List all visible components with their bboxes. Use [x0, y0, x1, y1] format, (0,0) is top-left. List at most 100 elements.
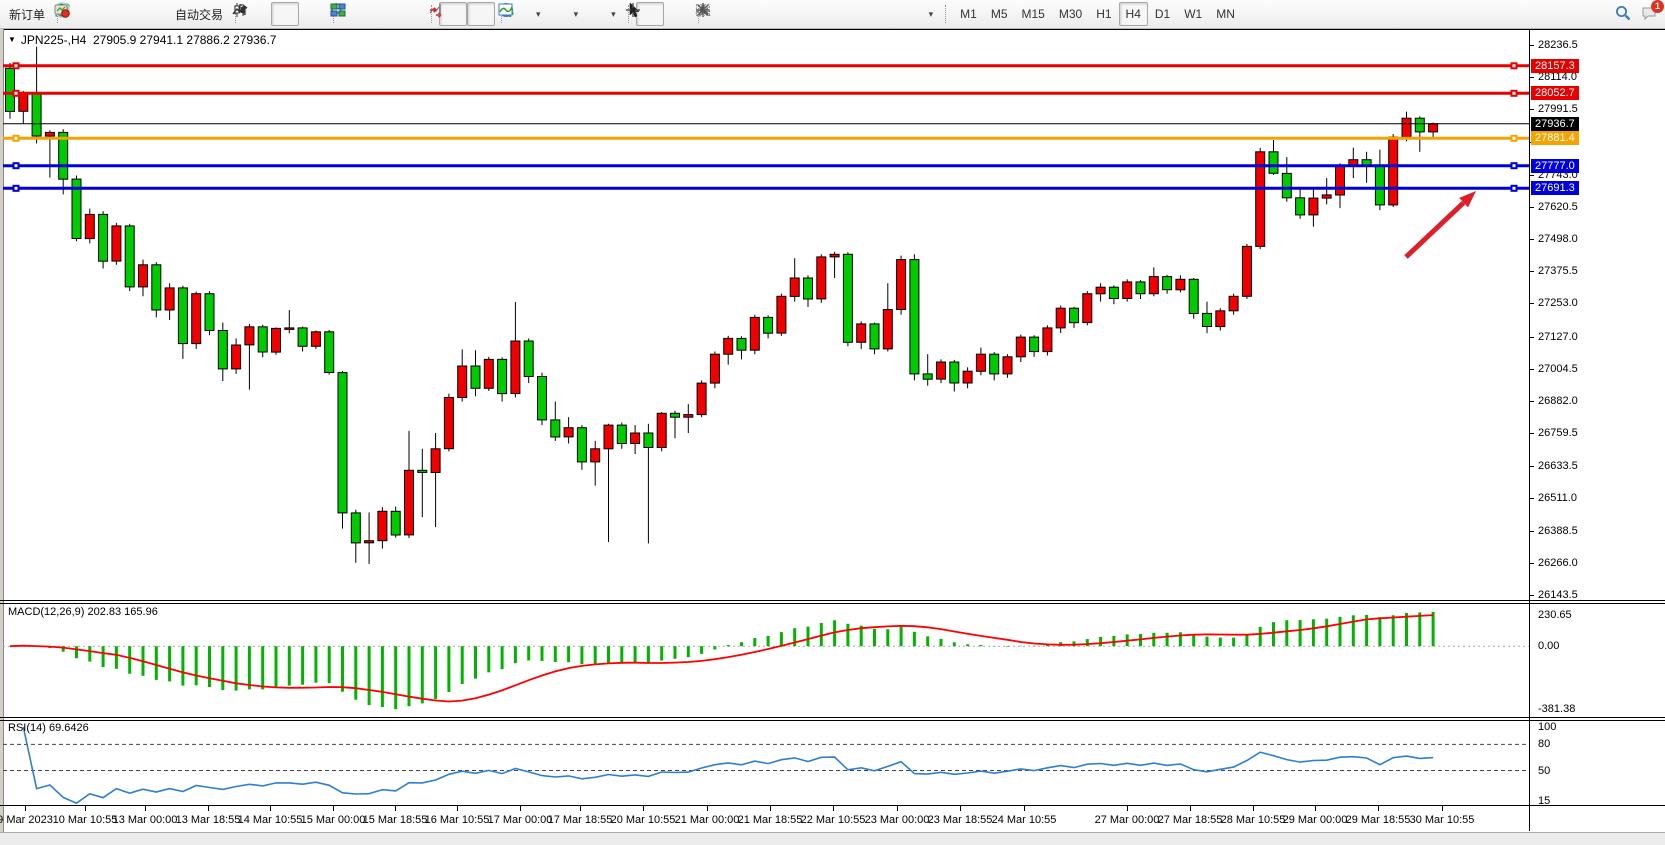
candlestick [817, 254, 826, 303]
candlestick [1070, 307, 1079, 328]
candlestick [657, 412, 666, 451]
candlestick [631, 425, 640, 454]
candlestick [1336, 163, 1345, 208]
pane-divider[interactable] [0, 720, 1665, 721]
candlestick [1083, 291, 1092, 325]
candlestick [431, 433, 440, 527]
candlestick [976, 348, 985, 376]
time-axis-label: 23 Mar 00:00 [865, 814, 930, 826]
rsi-axis-label: 15 [1538, 795, 1550, 807]
time-axis-tick [707, 806, 708, 811]
candlestick [1136, 280, 1145, 299]
candlestick [165, 283, 174, 320]
price-axis-label: 27375.5 [1538, 265, 1578, 277]
horizontal-line-27881.4[interactable] [3, 135, 1529, 142]
price-axis-tick [1529, 563, 1534, 564]
time-axis-tick [25, 806, 26, 811]
candlestick [1229, 294, 1238, 315]
candlestick [804, 275, 813, 307]
price-chart-canvas[interactable] [0, 0, 1665, 845]
time-axis-tick [395, 806, 396, 811]
price-axis-tick [1529, 466, 1534, 467]
time-axis-label: 21 Mar 18:55 [738, 814, 803, 826]
candlestick [950, 360, 959, 392]
candlestick [1322, 178, 1331, 204]
price-badge: 28052.7 [1531, 86, 1579, 100]
price-axis-tick [1529, 498, 1534, 499]
candlestick [338, 371, 347, 529]
horizontal-line-27777.0[interactable] [3, 162, 1529, 169]
candlestick [1282, 157, 1291, 202]
candlestick [923, 354, 932, 386]
time-axis-label: 9 Mar 2023 [0, 814, 53, 826]
horizontal-line-28052.7[interactable] [3, 90, 1529, 97]
candlestick [870, 323, 879, 355]
candlestick [192, 292, 201, 349]
time-axis-tick [897, 806, 898, 811]
time-axis-label: 13 Mar 00:00 [113, 814, 178, 826]
candlestick [1389, 134, 1398, 207]
candlestick [298, 327, 307, 352]
candlestick [378, 507, 387, 548]
candlestick [1256, 148, 1265, 249]
candlestick [910, 254, 919, 380]
candlestick [1296, 188, 1305, 219]
trend-arrow[interactable] [1406, 191, 1476, 257]
horizontal-line-28157.3[interactable] [3, 62, 1529, 69]
price-badge: 27777.0 [1531, 159, 1579, 173]
time-axis-label: 29 Mar 00:00 [1283, 814, 1348, 826]
price-badge: 27936.7 [1531, 117, 1579, 131]
candlestick [1242, 244, 1251, 299]
candlestick [1163, 275, 1172, 294]
candlestick [710, 352, 719, 389]
time-axis-label: 15 Mar 00:00 [301, 814, 366, 826]
candlestick [99, 211, 108, 268]
candlestick [1269, 140, 1278, 175]
time-axis-label: 27 Mar 18:55 [1158, 814, 1223, 826]
time-axis-tick [1315, 806, 1316, 811]
candlestick [458, 349, 467, 401]
candlestick [391, 507, 400, 538]
candlestick [843, 252, 852, 346]
pane-divider[interactable] [0, 717, 1665, 718]
candlestick [19, 91, 28, 124]
rsi-axis-label: 100 [1538, 721, 1556, 733]
candlestick [365, 512, 374, 564]
candlestick [1362, 152, 1371, 183]
time-axis-label: 10 Mar 10:55 [53, 814, 118, 826]
mt4-terminal: 新订单自动交易▾▾▾EFAT▾M1M5M15M30H1H4D1W1MN1 ▼JP… [0, 0, 1665, 845]
candlestick [990, 352, 999, 380]
price-axis-tick [1529, 109, 1534, 110]
price-badge: 27691.3 [1531, 181, 1579, 195]
candlestick [737, 336, 746, 359]
pane-divider[interactable] [0, 603, 1665, 604]
time-axis-tick [85, 806, 86, 811]
time-axis-tick [580, 806, 581, 811]
candlestick [790, 258, 799, 301]
candlestick [511, 302, 520, 397]
candlestick [85, 209, 94, 244]
candlestick [285, 310, 294, 333]
rsi-line [23, 727, 1433, 803]
price-axis-label: 27127.0 [1538, 331, 1578, 343]
candlestick [644, 424, 653, 544]
pane-divider[interactable] [0, 600, 1665, 601]
time-axis-label: 24 Mar 10:55 [992, 814, 1057, 826]
candlestick [1030, 335, 1039, 357]
candlestick [152, 262, 161, 317]
time-axis-tick [457, 806, 458, 811]
time-axis-label: 15 Mar 18:55 [363, 814, 428, 826]
candlestick [750, 315, 759, 355]
candlestick [1096, 283, 1105, 301]
time-axis-tick [960, 806, 961, 811]
price-axis-label: 27991.5 [1538, 103, 1578, 115]
candlestick [551, 402, 560, 441]
time-axis-label: 20 Mar 10:55 [611, 814, 676, 826]
candlestick [1189, 278, 1198, 319]
candlestick [1203, 302, 1212, 334]
candlestick [684, 404, 693, 433]
time-axis-label: 28 Mar 10:55 [1221, 814, 1286, 826]
time-axis-tick [1378, 806, 1379, 811]
rsi-axis-label: 80 [1538, 738, 1550, 750]
time-axis-tick [520, 806, 521, 811]
